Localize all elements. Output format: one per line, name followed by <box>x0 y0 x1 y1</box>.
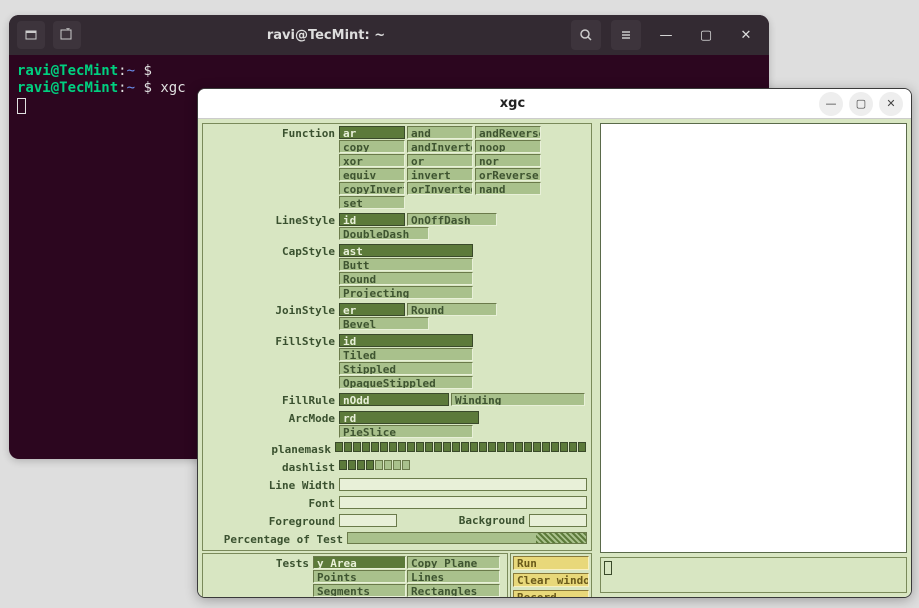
gc-panel: Function ar and andReverse copy andInver… <box>202 123 592 551</box>
function-clear[interactable]: ar <box>339 126 405 139</box>
arcmode-pieslice[interactable]: PieSlice <box>339 425 473 438</box>
terminal-minimize-button[interactable]: — <box>651 20 681 50</box>
capstyle-projecting[interactable]: Projecting <box>339 286 473 299</box>
joinstyle-miter[interactable]: er <box>339 303 405 316</box>
joinstyle-bevel[interactable]: Bevel <box>339 317 429 330</box>
function-copyinverted[interactable]: copyInverted <box>339 182 405 195</box>
arcmode-chord[interactable]: rd <box>339 411 479 424</box>
label-arcmode: ArcMode <box>207 411 339 425</box>
function-orinverted[interactable]: orInverted <box>407 182 473 195</box>
linestyle-doubledash[interactable]: DoubleDash <box>339 227 429 240</box>
font-input[interactable] <box>339 496 587 509</box>
tests-panel: Tests y Area Copy Plane Points Lines Seg… <box>202 553 508 598</box>
prompt-user: ravi <box>17 63 51 79</box>
fillrule-winding[interactable]: Winding <box>451 393 585 406</box>
run-button[interactable]: Run <box>513 556 589 570</box>
status-area <box>600 557 907 593</box>
test-copyplane[interactable]: Copy Plane <box>407 556 500 569</box>
terminal-title: ravi@TecMint: ~ <box>89 28 563 43</box>
label-linewidth: Line Width <box>207 478 339 492</box>
terminal-command: xgc <box>160 80 185 96</box>
dashlist-bits[interactable] <box>339 460 587 470</box>
capstyle-notlast[interactable]: ast <box>339 244 473 257</box>
function-equiv[interactable]: equiv <box>339 168 405 181</box>
terminal-titlebar: ravi@TecMint: ~ — ▢ ✕ <box>9 15 769 55</box>
terminal-search-button[interactable] <box>571 20 601 50</box>
background-input[interactable] <box>529 514 587 527</box>
fillstyle-tiled[interactable]: Tiled <box>339 348 473 361</box>
terminal-menu-button[interactable] <box>17 21 45 49</box>
terminal-hamburger-button[interactable] <box>611 20 641 50</box>
label-linestyle: LineStyle <box>207 213 339 227</box>
function-or[interactable]: or <box>407 154 473 167</box>
terminal-line: ravi@TecMint:~ $ <box>17 63 761 80</box>
function-xor[interactable]: xor <box>339 154 405 167</box>
function-andinverted[interactable]: andInverted <box>407 140 473 153</box>
prompt-at: @ <box>51 63 59 79</box>
linewidth-input[interactable] <box>339 478 587 491</box>
function-nand[interactable]: nand <box>475 182 541 195</box>
label-foreground: Foreground <box>207 514 339 528</box>
label-function: Function <box>207 126 339 140</box>
test-lines[interactable]: Lines <box>407 570 500 583</box>
function-invert[interactable]: invert <box>407 168 473 181</box>
capstyle-round[interactable]: Round <box>339 272 473 285</box>
status-cursor <box>604 561 612 575</box>
xgc-left-pane: Function ar and andReverse copy andInver… <box>198 119 596 597</box>
pct-slider[interactable] <box>347 532 587 544</box>
terminal-maximize-button[interactable]: ▢ <box>691 20 721 50</box>
drawing-canvas[interactable] <box>600 123 907 553</box>
label-pct: Percentage of Test <box>207 532 347 546</box>
label-capstyle: CapStyle <box>207 244 339 258</box>
capstyle-butt[interactable]: Butt <box>339 258 473 271</box>
linestyle-solid[interactable]: id <box>339 213 405 226</box>
label-planemask: planemask <box>207 442 335 456</box>
fillstyle-opaquestippled[interactable]: OpaqueStippled <box>339 376 473 389</box>
terminal-newtab-button[interactable] <box>53 21 81 49</box>
xgc-titlebar: xgc — ▢ ✕ <box>198 89 911 119</box>
test-rectangles[interactable]: Rectangles <box>407 584 500 597</box>
function-copy[interactable]: copy <box>339 140 405 153</box>
clear-button[interactable]: Clear window <box>513 573 589 587</box>
foreground-input[interactable] <box>339 514 397 527</box>
function-and[interactable]: and <box>407 126 473 139</box>
planemask-bits[interactable] <box>335 442 587 452</box>
function-set[interactable]: set <box>339 196 405 209</box>
joinstyle-round[interactable]: Round <box>407 303 497 316</box>
commands-panel: Run Clear window Record Playback Read In… <box>510 553 592 598</box>
test-segments[interactable]: Segments <box>313 584 406 597</box>
fillstyle-solid[interactable]: id <box>339 334 473 347</box>
xgc-title: xgc <box>206 96 819 111</box>
label-joinstyle: JoinStyle <box>207 303 339 317</box>
xgc-maximize-button[interactable]: ▢ <box>849 92 873 116</box>
function-noop[interactable]: noop <box>475 140 541 153</box>
xgc-window: xgc — ▢ ✕ Function ar and andReverse cop… <box>197 88 912 598</box>
label-dashlist: dashlist <box>207 460 339 474</box>
terminal-cursor <box>17 98 26 114</box>
fillrule-evenodd[interactable]: nOdd <box>339 393 449 406</box>
function-orreverse[interactable]: orReverse <box>475 168 541 181</box>
linestyle-onoffdash[interactable]: OnOffDash <box>407 213 497 226</box>
terminal-close-button[interactable]: ✕ <box>731 20 761 50</box>
label-fillrule: FillRule <box>207 393 339 407</box>
xgc-minimize-button[interactable]: — <box>819 92 843 116</box>
function-andreverse[interactable]: andReverse <box>475 126 541 139</box>
label-background: Background <box>397 514 529 527</box>
prompt-host: TecMint <box>59 63 118 79</box>
fillstyle-stippled[interactable]: Stippled <box>339 362 473 375</box>
test-points[interactable]: Points <box>313 570 406 583</box>
label-tests: Tests <box>205 556 313 570</box>
prompt-path: ~ <box>127 63 135 79</box>
xgc-close-button[interactable]: ✕ <box>879 92 903 116</box>
label-fillstyle: FillStyle <box>207 334 339 348</box>
record-button[interactable]: Record <box>513 590 589 598</box>
test-copyarea[interactable]: y Area <box>313 556 406 569</box>
label-font: Font <box>207 496 339 510</box>
function-nor[interactable]: nor <box>475 154 541 167</box>
